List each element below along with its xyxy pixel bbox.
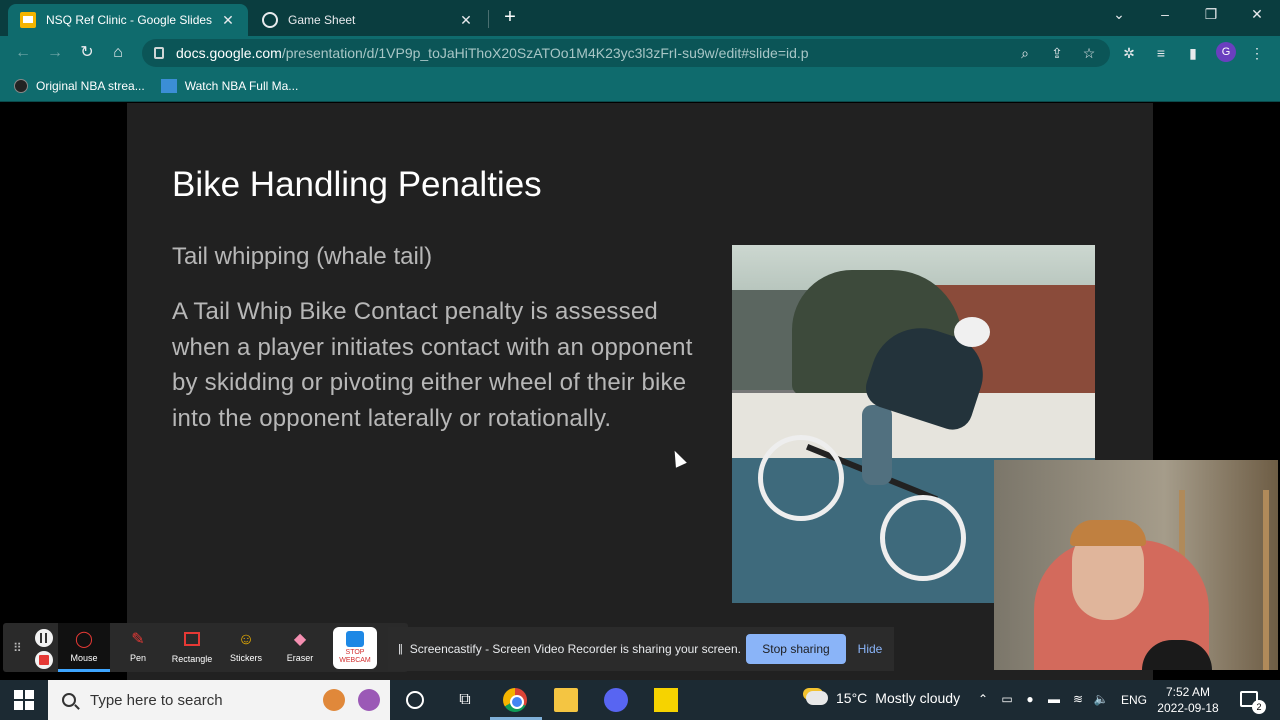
hide-button[interactable]: Hide bbox=[850, 634, 890, 664]
task-view-icon[interactable]: ⧉ bbox=[453, 688, 477, 712]
wifi-icon[interactable]: ≋ bbox=[1070, 692, 1086, 706]
tool-eraser[interactable]: ◆ Eraser bbox=[274, 623, 326, 672]
windows-start-icon[interactable] bbox=[14, 690, 34, 710]
slide-subtitle: Tail whipping (whale tail) bbox=[172, 243, 433, 270]
tool-rectangle[interactable]: Rectangle bbox=[166, 623, 218, 672]
tab-game-sheet[interactable]: Game Sheet ✕ bbox=[250, 4, 486, 36]
tool-pen[interactable]: ✎ Pen bbox=[112, 623, 164, 672]
webcam-overlay[interactable] bbox=[994, 460, 1278, 670]
bookmark-watch-nba[interactable]: Watch NBA Full Ma... bbox=[160, 78, 299, 93]
volume-icon[interactable]: 🔈 bbox=[1093, 692, 1109, 706]
image-icon bbox=[160, 78, 177, 93]
screen-share-banner: || Screencastify - Screen Video Recorder… bbox=[388, 627, 894, 671]
tab-nsq-ref-clinic[interactable]: NSQ Ref Clinic - Google Slides ✕ bbox=[8, 4, 248, 36]
side-panel-icon[interactable]: ▮ bbox=[1184, 44, 1202, 62]
basketball-icon bbox=[14, 78, 28, 93]
bookmark-original-nba[interactable]: Original NBA strea... bbox=[14, 78, 145, 93]
bookmark-star-icon[interactable]: ☆ bbox=[1080, 44, 1098, 62]
tab-title: Game Sheet bbox=[288, 13, 356, 27]
minimize-button[interactable]: – bbox=[1150, 6, 1180, 22]
bookmarks-bar: Original NBA strea... Watch NBA Full Ma.… bbox=[0, 70, 1280, 102]
slide-body-text: A Tail Whip Bike Contact penalty is asse… bbox=[172, 298, 693, 432]
tool-stickers[interactable]: ☺ Stickers bbox=[220, 623, 272, 672]
slide-title: Bike Handling Penalties bbox=[172, 165, 542, 204]
reload-icon[interactable]: ↻ bbox=[76, 42, 98, 64]
tab-title: NSQ Ref Clinic - Google Slides bbox=[46, 13, 213, 27]
rectangle-icon bbox=[184, 632, 200, 646]
address-bar[interactable]: docs.google.com /presentation/d/1VP9p_to… bbox=[142, 39, 1110, 67]
lock-icon[interactable] bbox=[154, 47, 164, 59]
close-icon[interactable]: ✕ bbox=[458, 12, 474, 29]
smiley-icon: ☺ bbox=[237, 631, 255, 648]
eraser-icon: ◆ bbox=[293, 631, 307, 648]
drag-handle-icon[interactable]: ⠿ bbox=[13, 641, 22, 655]
zoom-icon[interactable]: ⌕ bbox=[1016, 44, 1034, 62]
chrome-icon[interactable] bbox=[503, 688, 527, 712]
discord-icon[interactable] bbox=[604, 688, 628, 712]
profile-avatar[interactable]: G bbox=[1216, 42, 1236, 62]
url-path: /presentation/d/1VP9p_toJaHiThoX20SzATOo… bbox=[281, 45, 809, 61]
stop-recording-button[interactable] bbox=[35, 651, 53, 669]
globe-icon bbox=[262, 12, 278, 28]
cortana-icon[interactable] bbox=[406, 691, 424, 709]
close-icon[interactable]: ✕ bbox=[220, 12, 236, 29]
tool-label: Eraser bbox=[286, 653, 314, 663]
chevron-up-icon[interactable]: ⌃ bbox=[975, 692, 991, 706]
taskbar-clock[interactable]: 7:52 AM 2022-09-18 bbox=[1152, 684, 1224, 716]
notification-badge: 2 bbox=[1252, 700, 1266, 714]
media-control-icon[interactable]: ≡ bbox=[1152, 44, 1170, 62]
cloud-icon bbox=[806, 691, 828, 705]
weather-description: Mostly cloudy bbox=[875, 690, 961, 706]
stop-webcam-button[interactable]: STOP WEBCAM bbox=[333, 627, 377, 669]
search-icon bbox=[62, 693, 76, 707]
close-window-button[interactable]: ✕ bbox=[1242, 6, 1272, 23]
mouse-cursor-icon: ◯ bbox=[75, 631, 93, 648]
new-tab-button[interactable]: + bbox=[500, 6, 520, 28]
taskbar-search-box[interactable]: Type here to search bbox=[48, 680, 390, 720]
pause-icon: || bbox=[398, 643, 403, 655]
google-slides-icon bbox=[20, 12, 36, 28]
home-icon[interactable]: ⌂ bbox=[107, 42, 129, 64]
weather-widget[interactable]: 15°C Mostly cloudy bbox=[806, 690, 960, 706]
browser-tab-strip: NSQ Ref Clinic - Google Slides ✕ Game Sh… bbox=[0, 0, 1280, 36]
file-explorer-icon[interactable] bbox=[554, 688, 578, 712]
tool-label: Rectangle bbox=[171, 654, 213, 664]
stop-sharing-button[interactable]: Stop sharing bbox=[746, 634, 846, 664]
pen-icon: ✎ bbox=[131, 631, 145, 648]
tool-label: Stickers bbox=[229, 653, 262, 663]
meet-now-icon[interactable]: ▭ bbox=[999, 692, 1015, 706]
url-host: docs.google.com bbox=[176, 45, 282, 61]
bookmark-label: Watch NBA Full Ma... bbox=[184, 78, 299, 93]
pause-recording-button[interactable] bbox=[35, 629, 53, 647]
tab-search-icon[interactable]: ⌄ bbox=[1104, 6, 1134, 23]
sticky-notes-icon[interactable] bbox=[654, 688, 678, 712]
share-icon[interactable]: ⇪ bbox=[1048, 44, 1066, 62]
screencastify-toolbar: ⠿ ◯ Mouse ✎ Pen Rectangle ☺ Stickers ◆ E… bbox=[3, 623, 408, 672]
language-indicator[interactable]: ENG bbox=[1121, 693, 1147, 707]
weather-temp: 15°C bbox=[836, 690, 868, 706]
tab-separator bbox=[488, 10, 489, 28]
clock-date: 2022-09-18 bbox=[1157, 701, 1219, 715]
tool-label: Mouse bbox=[70, 653, 98, 663]
search-highlight-illustration-icon bbox=[316, 685, 386, 715]
forward-arrow-icon[interactable]: → bbox=[44, 42, 66, 64]
bookmark-label: Original NBA strea... bbox=[36, 78, 145, 93]
back-arrow-icon[interactable]: ← bbox=[12, 42, 34, 64]
restore-button[interactable]: ❐ bbox=[1196, 6, 1226, 23]
windows-taskbar: Type here to search ⧉ 15°C Mostly cloudy… bbox=[0, 680, 1280, 720]
extensions-puzzle-icon[interactable]: ✲ bbox=[1120, 44, 1138, 62]
clock-time: 7:52 AM bbox=[1165, 685, 1211, 699]
menu-kebab-icon[interactable]: ⋮ bbox=[1248, 44, 1266, 62]
tool-mouse[interactable]: ◯ Mouse bbox=[58, 623, 110, 672]
tool-label: Pen bbox=[129, 653, 146, 663]
microphone-tray-icon[interactable]: ● bbox=[1022, 692, 1038, 706]
browser-toolbar: ← → ↻ ⌂ docs.google.com /presentation/d/… bbox=[0, 36, 1280, 70]
search-placeholder: Type here to search bbox=[90, 691, 223, 709]
battery-icon[interactable]: ▬ bbox=[1046, 692, 1062, 706]
